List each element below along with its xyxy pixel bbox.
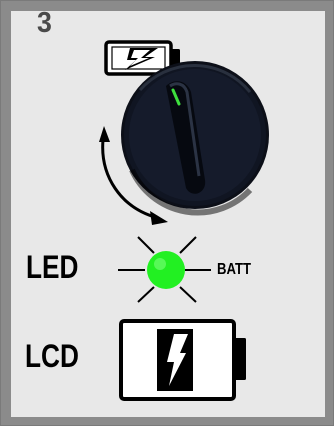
led-label: LED (26, 249, 79, 285)
green-led-glow-icon (118, 236, 211, 303)
lcd-label: LCD (25, 338, 79, 374)
batt-label: BATT (217, 261, 252, 278)
rotary-knob-icon (121, 61, 269, 216)
step-number: 3 (37, 7, 52, 39)
lcd-battery-icon (119, 319, 246, 401)
